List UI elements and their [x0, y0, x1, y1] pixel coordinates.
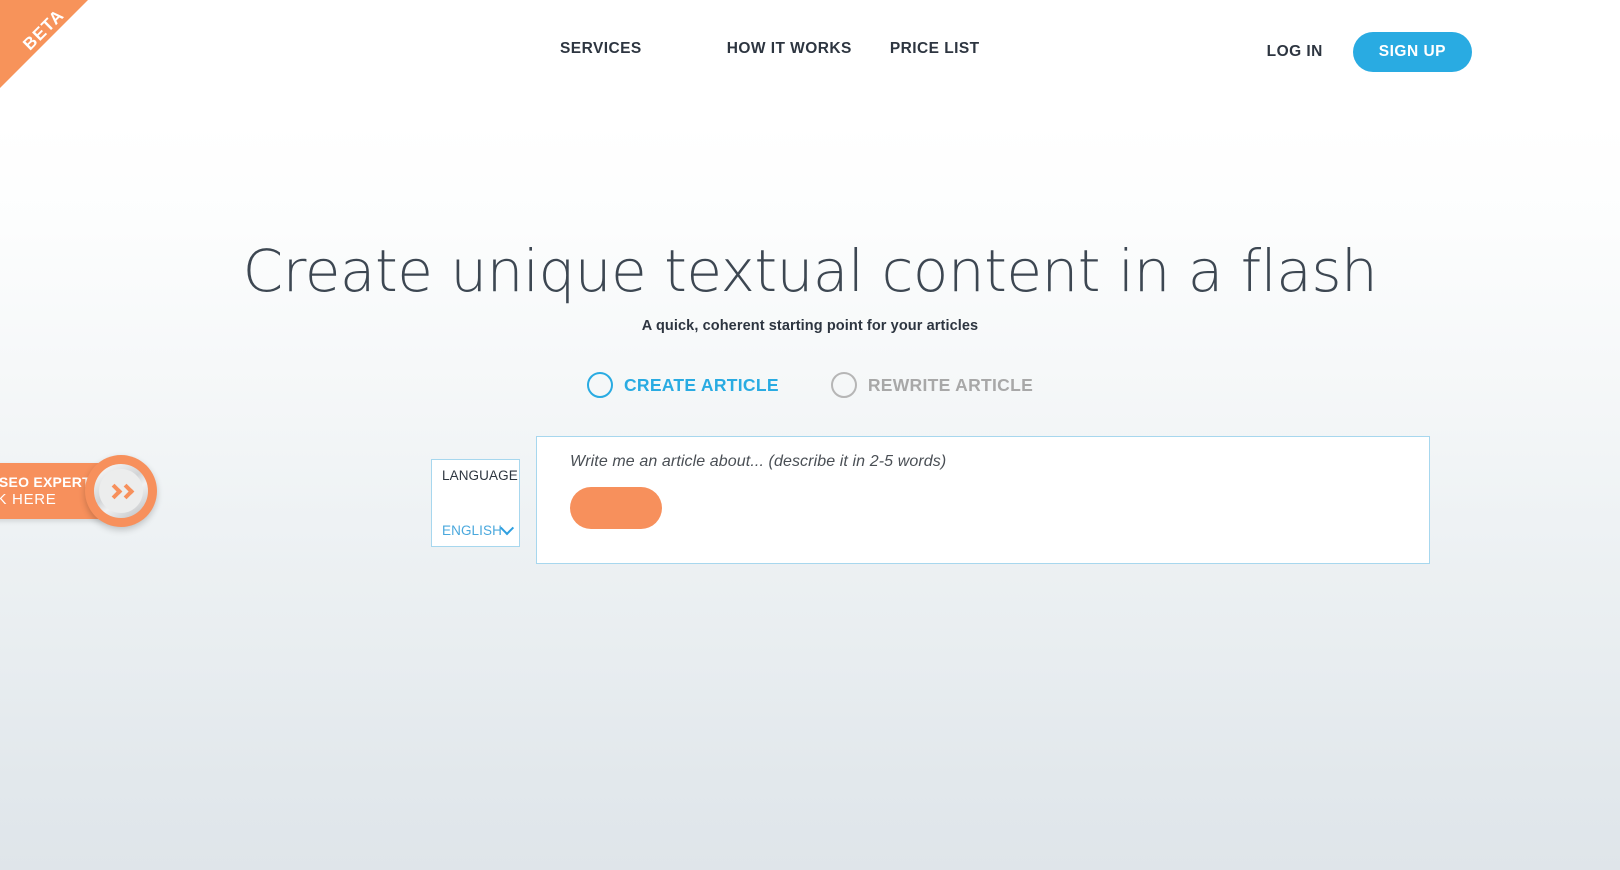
language-selected-value: ENGLISH — [442, 523, 502, 538]
promo-arrow-button[interactable] — [85, 455, 157, 527]
promo-cta-label: CLICK HERE — [0, 491, 57, 508]
nav-item-services[interactable]: SERVICES — [560, 40, 642, 58]
page-title: Create unique textual content in a flash — [242, 237, 1378, 305]
nav-item-how-it-works[interactable]: HOW IT WORKS — [727, 40, 852, 58]
beta-ribbon — [0, 0, 88, 88]
nav-item-price-list[interactable]: PRICE LIST — [890, 40, 980, 58]
hero-section: Create unique textual content in a flash… — [0, 237, 1620, 334]
language-selector[interactable]: LANGUAGE ENGLISH — [431, 459, 520, 547]
mode-label-create-article: CREATE ARTICLE — [623, 374, 779, 395]
page-subtitle: A quick, coherent starting point for you… — [641, 317, 979, 334]
login-link[interactable]: LOG IN — [1267, 43, 1323, 61]
promo-arrow-bezel — [94, 464, 148, 518]
promo-widget: GENCIES & SEO EXPERTS CLICK HERE — [0, 455, 182, 527]
mode-option-create-article[interactable]: CREATE ARTICLE — [586, 372, 779, 398]
article-topic-input[interactable]: Write me an article about... (describe i… — [570, 453, 946, 471]
mode-option-rewrite-article[interactable]: REWRITE ARTICLE — [830, 372, 1034, 398]
account-actions: LOG IN SIGN UP — [1267, 32, 1472, 72]
signup-button[interactable]: SIGN UP — [1352, 32, 1472, 72]
mode-selector: CREATE ARTICLE REWRITE ARTICLE — [0, 372, 1620, 398]
radio-selected-icon[interactable] — [586, 372, 613, 398]
mode-label-rewrite-article: REWRITE ARTICLE — [867, 374, 1034, 395]
article-composer-panel: Write me an article about... (describe i… — [536, 436, 1430, 564]
language-label: LANGUAGE — [442, 468, 518, 483]
chevron-down-icon[interactable] — [499, 520, 515, 535]
site-header: SERVICES HOW IT WORKS PRICE LIST LOG IN … — [0, 0, 1620, 104]
radio-unselected-icon[interactable] — [830, 372, 857, 398]
double-chevron-right-icon — [106, 483, 135, 499]
promo-arrow-core — [99, 469, 143, 513]
generate-article-button[interactable] — [570, 487, 662, 529]
primary-navigation: SERVICES HOW IT WORKS PRICE LIST — [560, 40, 980, 58]
language-dropdown[interactable]: ENGLISH — [442, 520, 515, 538]
